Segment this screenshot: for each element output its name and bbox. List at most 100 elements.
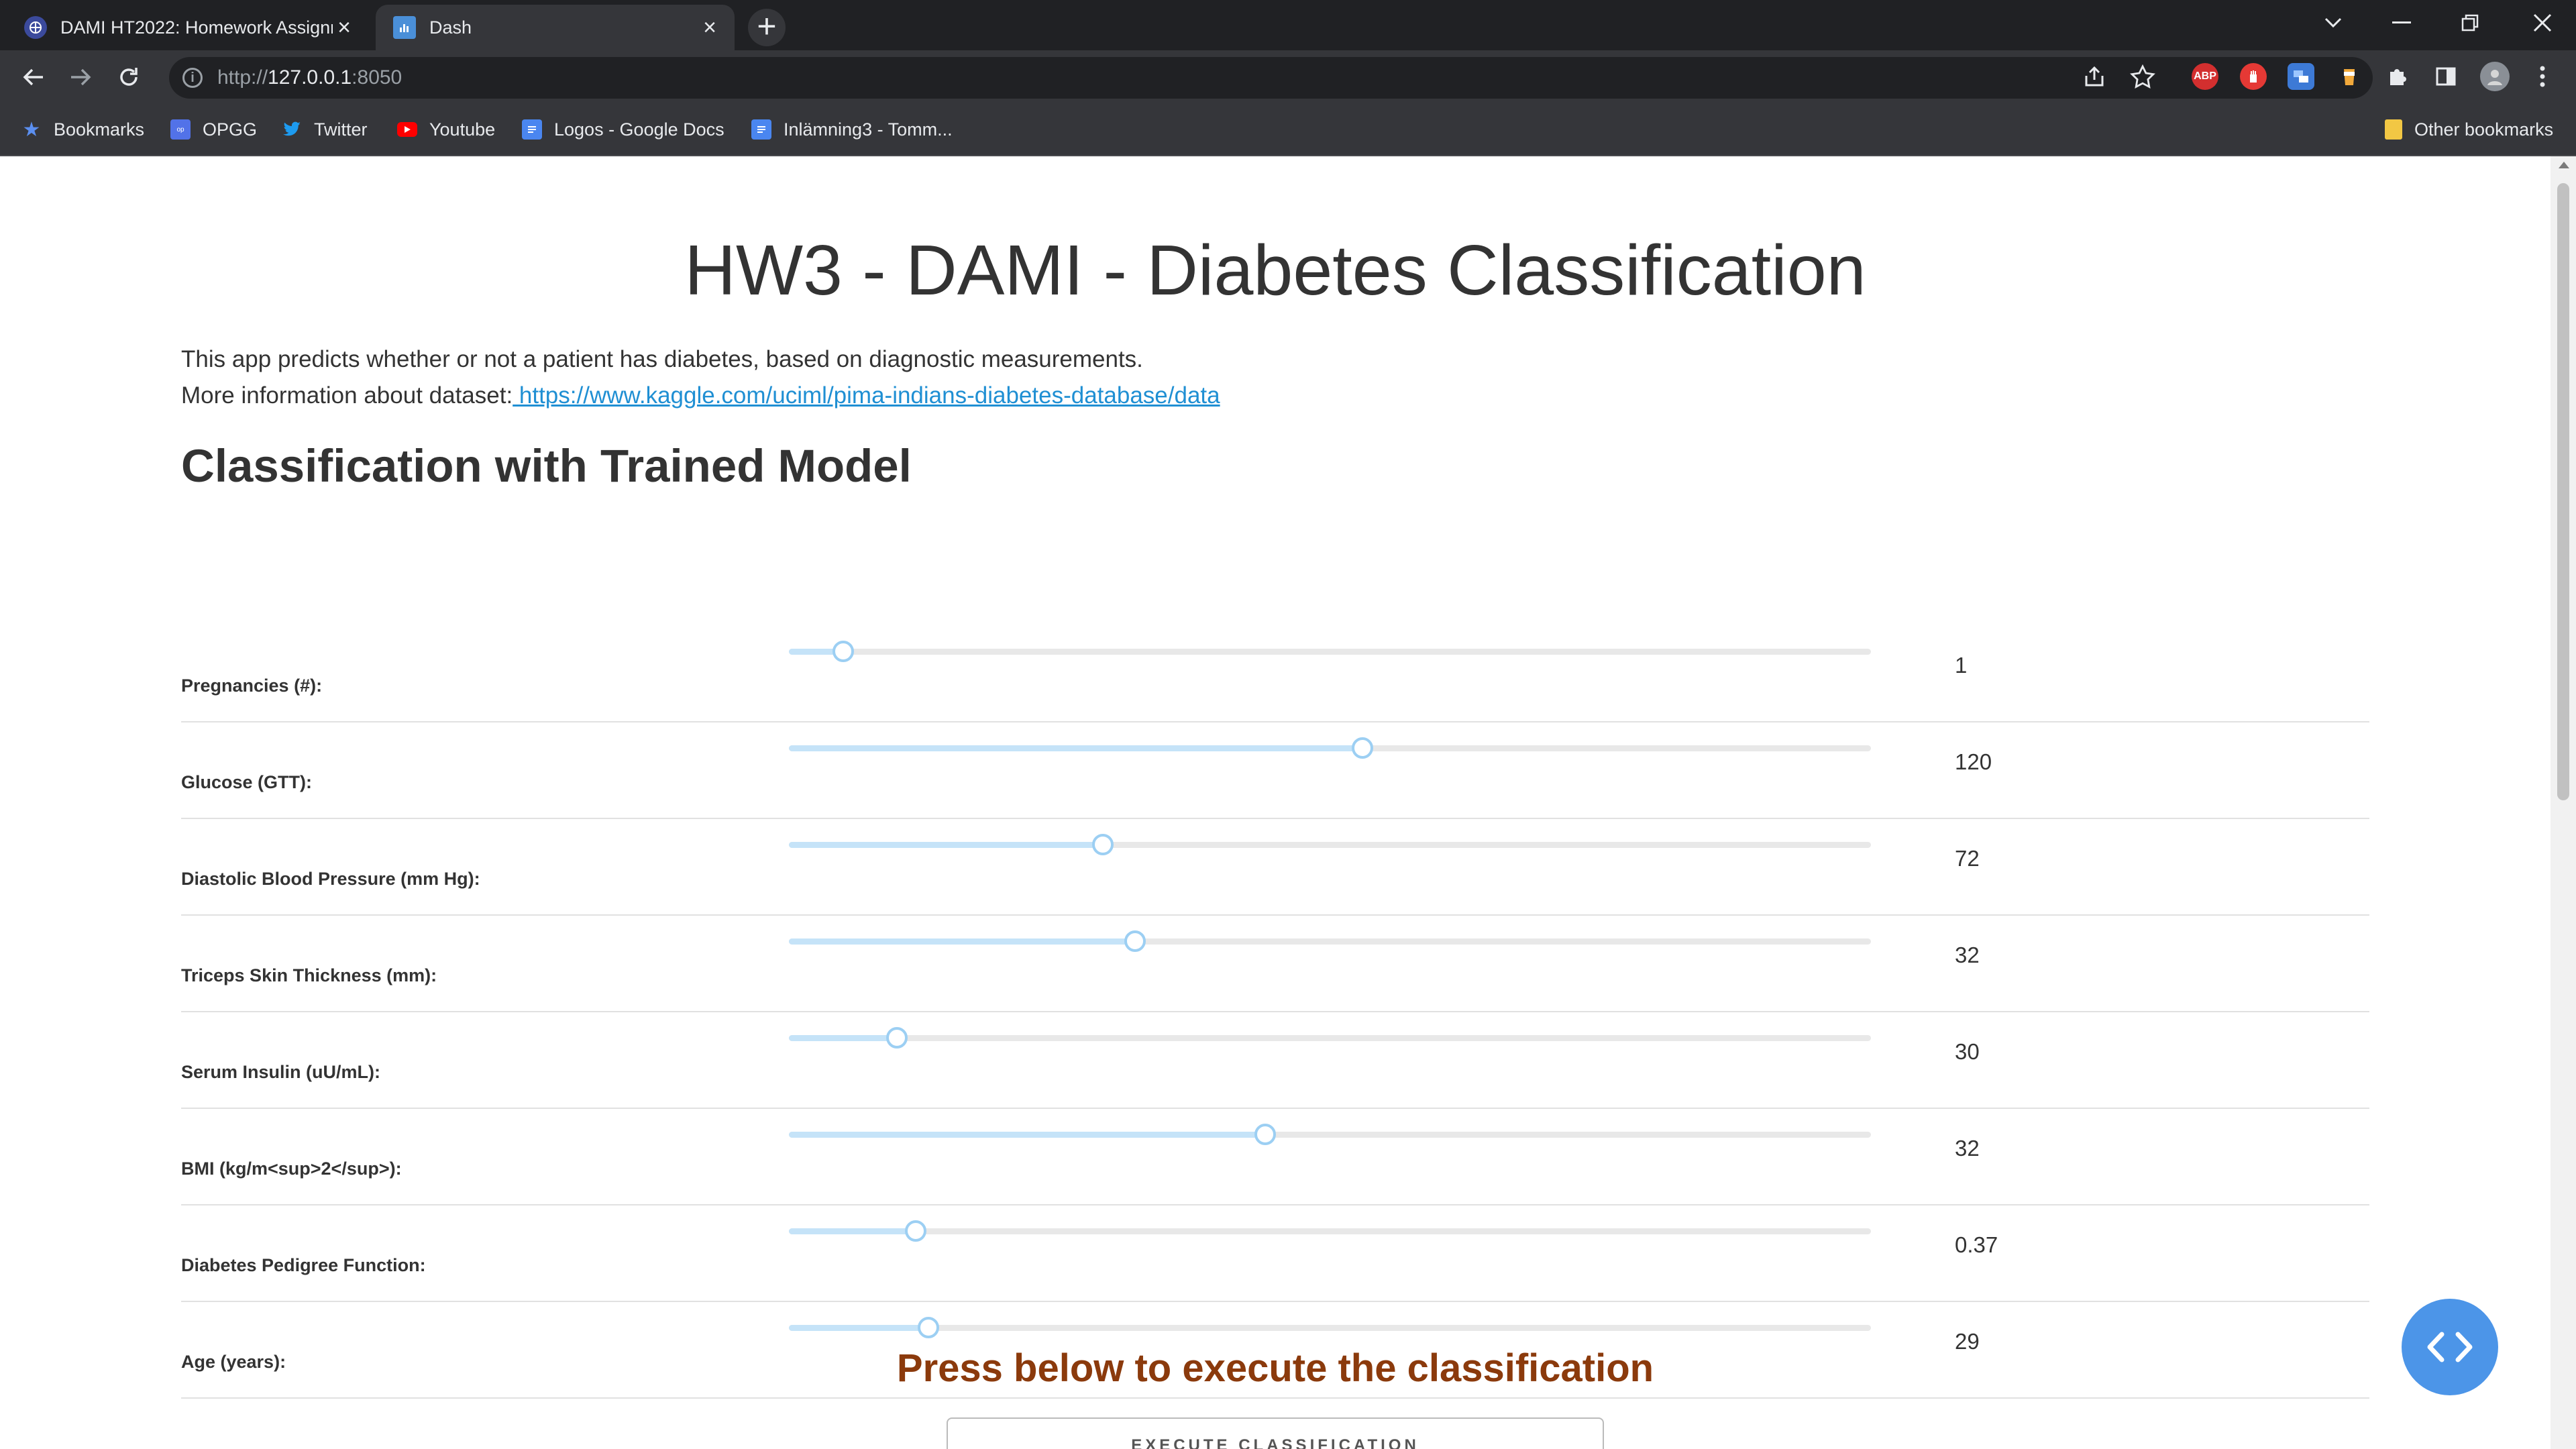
tab-search-icon[interactable] (2300, 0, 2367, 46)
slider-value: 72 (1955, 846, 1980, 871)
dash-app-page: HW3 - DAMI - Diabetes Classification Thi… (0, 156, 2551, 1449)
star-bookmark-icon[interactable] (2124, 58, 2161, 96)
slider-label: Serum Insulin (uU/mL): (181, 1062, 380, 1082)
menu-kebab-icon[interactable] (2529, 63, 2556, 90)
extension-cup-icon[interactable] (2336, 63, 2363, 90)
close-icon[interactable]: × (333, 16, 356, 39)
bookmark-twitter[interactable]: Twitter (282, 115, 368, 144)
app-description: This app predicts whether or not a patie… (181, 346, 1143, 372)
share-icon[interactable] (2076, 58, 2113, 96)
slider-row: Diastolic Blood Pressure (mm Hg): 72 (181, 819, 2369, 916)
browser-toolbar: i http://127.0.0.1:8050 ABP (0, 50, 2576, 104)
slider-track[interactable] (789, 1220, 1871, 1242)
tab-strip: DAMI HT2022: Homework Assignment × Dash … (0, 0, 2576, 50)
slider-handle[interactable] (1091, 834, 1114, 855)
opgg-icon: op (170, 119, 191, 140)
stop-hand-icon[interactable] (2240, 63, 2267, 90)
slider-value: 32 (1955, 1136, 1980, 1161)
folder-icon (2385, 119, 2402, 140)
university-icon (24, 16, 47, 39)
scrollbar-thumb[interactable] (2557, 183, 2569, 800)
tab-homework[interactable]: DAMI HT2022: Homework Assignment × (7, 5, 369, 50)
section-title: Classification with Trained Model (181, 440, 912, 492)
slider-label: Pregnancies (#): (181, 676, 323, 696)
tab-dash[interactable]: Dash × (376, 5, 735, 50)
slider-label: Triceps Skin Thickness (mm): (181, 965, 437, 985)
bookmark-bookmarks[interactable]: ★ Bookmarks (21, 115, 145, 144)
code-brackets-icon (2427, 1332, 2473, 1362)
tab-title: DAMI HT2022: Homework Assignment (60, 17, 333, 38)
slider-track[interactable] (789, 737, 1871, 759)
youtube-icon (397, 122, 417, 137)
profile-avatar[interactable] (2480, 62, 2510, 91)
slider-fill (789, 1228, 916, 1234)
new-tab-button[interactable]: + (748, 9, 786, 46)
slider-label: Diastolic Blood Pressure (mm Hg): (181, 869, 480, 889)
google-docs-icon (751, 119, 771, 140)
slider-fill (789, 1132, 1265, 1138)
slider-value: 120 (1955, 749, 1992, 774)
slider-value: 32 (1955, 943, 1980, 967)
slider-handle[interactable] (1124, 930, 1146, 952)
slider-track[interactable] (789, 1317, 1871, 1338)
bookmark-youtube[interactable]: Youtube (397, 115, 495, 144)
info-icon[interactable]: i (182, 68, 203, 88)
slider-track[interactable] (789, 1027, 1871, 1049)
slider-handle[interactable] (886, 1027, 908, 1049)
slider-row: Triceps Skin Thickness (mm): 32 (181, 916, 2369, 1012)
address-bar[interactable]: i http://127.0.0.1:8050 (169, 57, 2373, 99)
page-scrollbar[interactable] (2551, 156, 2576, 1449)
scroll-up-arrow-icon[interactable] (2559, 162, 2569, 168)
back-arrow-icon[interactable] (15, 58, 52, 96)
other-bookmarks-folder[interactable]: Other bookmarks (2385, 115, 2553, 144)
close-icon[interactable]: × (698, 16, 721, 39)
bookmark-inlamning3[interactable]: Inlämning3 - Tomm... (751, 115, 953, 144)
slider-track[interactable] (789, 834, 1871, 855)
slider-row: Pregnancies (#): 1 (181, 626, 2369, 722)
star-icon: ★ (22, 118, 41, 141)
slider-fill (789, 745, 1362, 751)
slider-row: BMI (kg/m<sup>2</sup>): 32 (181, 1109, 2369, 1205)
adblock-icon[interactable]: ABP (2192, 63, 2218, 90)
execute-prompt: Press below to execute the classificatio… (896, 1346, 1654, 1390)
reload-icon[interactable] (110, 58, 148, 96)
side-panel-icon[interactable] (2432, 63, 2459, 90)
slider-fill (789, 1035, 898, 1041)
slider-label: BMI (kg/m<sup>2</sup>): (181, 1159, 402, 1179)
bookmark-logos-docs[interactable]: Logos - Google Docs (522, 115, 724, 144)
slider-value: 0.37 (1955, 1232, 1998, 1257)
dataset-link[interactable]: https://www.kaggle.com/uciml/pima-indian… (513, 382, 1220, 409)
slider-label: Diabetes Pedigree Function: (181, 1255, 426, 1275)
slider-value: 30 (1955, 1039, 1980, 1064)
execute-classification-button[interactable]: EXECUTE CLASSIFICATION (947, 1417, 1604, 1449)
slider-handle[interactable] (904, 1220, 926, 1242)
close-window-icon[interactable] (2509, 0, 2576, 46)
twitter-bird-icon (282, 119, 302, 140)
puzzle-extensions-icon[interactable] (2384, 63, 2411, 90)
google-docs-icon (522, 119, 542, 140)
dataset-info: More information about dataset: https://… (181, 382, 1220, 409)
restore-icon[interactable] (2436, 0, 2504, 46)
slider-label: Glucose (GTT): (181, 772, 312, 792)
slider-track[interactable] (789, 1124, 1871, 1145)
bookmark-opgg[interactable]: op OPGG (170, 115, 257, 144)
slider-track[interactable] (789, 930, 1871, 952)
slider-handle[interactable] (832, 641, 854, 662)
page-title: HW3 - DAMI - Diabetes Classification (684, 231, 1866, 310)
slider-row: Diabetes Pedigree Function: 0.37 (181, 1205, 2369, 1302)
slider-handle[interactable] (918, 1317, 940, 1338)
dev-tools-code-button[interactable] (2402, 1299, 2498, 1395)
translate-icon[interactable] (2288, 63, 2314, 90)
slider-row: Serum Insulin (uU/mL): 30 (181, 1012, 2369, 1109)
url-text: http://127.0.0.1:8050 (217, 66, 402, 89)
forward-arrow-icon[interactable] (62, 58, 99, 96)
slider-fill (789, 938, 1136, 945)
bookmarks-bar: ★ Bookmarks op OPGG Twitter Youtube Logo… (0, 104, 2576, 156)
slider-handle[interactable] (1254, 1124, 1276, 1145)
dash-chart-icon (393, 16, 416, 39)
slider-row: Glucose (GTT): 120 (181, 722, 2369, 819)
slider-handle[interactable] (1351, 737, 1373, 759)
slider-track[interactable] (789, 641, 1871, 662)
slider-value: 1 (1955, 653, 1968, 678)
minimize-icon[interactable] (2368, 0, 2435, 46)
